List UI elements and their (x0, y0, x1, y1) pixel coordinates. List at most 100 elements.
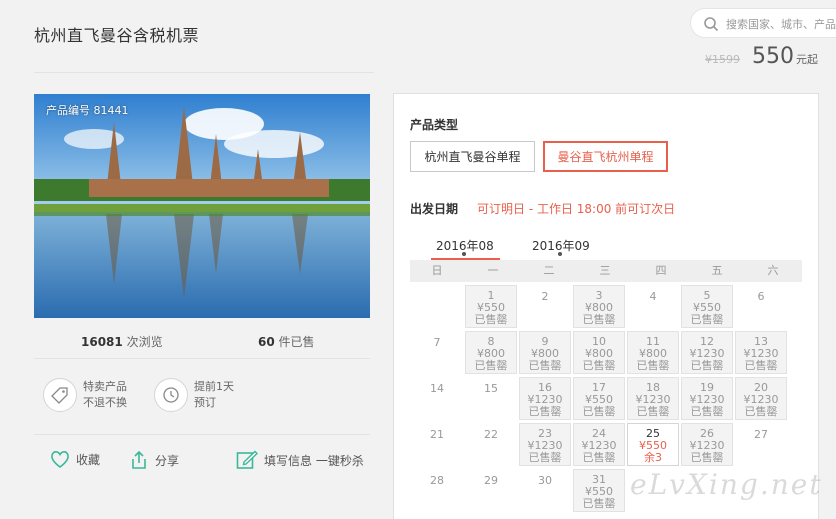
departure-date-label: 出发日期 (410, 202, 459, 216)
day-status: 已售罄 (582, 359, 616, 372)
sold-count: 60 (258, 335, 275, 349)
day-number: 28 (430, 474, 444, 487)
calendar-day: 28 (411, 469, 463, 512)
temple-image (34, 94, 370, 318)
day-status: 已售罄 (690, 405, 724, 418)
weekday-tue: 二 (543, 264, 555, 277)
product-stats: 16081 次浏览 60 件已售 (34, 330, 370, 350)
edit-icon (236, 450, 258, 469)
views-label: 次浏览 (126, 335, 163, 349)
day-number: 6 (757, 290, 765, 303)
calendar-day: 26 ¥1230 已售罄 (681, 423, 733, 466)
calendar-day: 16 ¥1230 已售罄 (519, 377, 571, 420)
calendar-day: 1 ¥550 已售罄 (465, 285, 517, 328)
calendar-day: 19 ¥1230 已售罄 (681, 377, 733, 420)
views-stat: 16081 次浏览 (81, 333, 163, 350)
day-status: 已售罄 (582, 451, 616, 464)
sold-label: 件已售 (278, 335, 315, 349)
weekday-thu: 四 (655, 264, 667, 277)
clock-icon (154, 378, 188, 412)
weekday-mon: 一 (487, 264, 499, 277)
calendar-day: 13 ¥1230 已售罄 (735, 331, 787, 374)
day-number: 29 (484, 474, 498, 487)
day-number: 2 (541, 290, 549, 303)
day-status: 已售罄 (744, 405, 778, 418)
calendar-day: 24 ¥1230 已售罄 (573, 423, 625, 466)
heart-icon (51, 451, 69, 468)
calendar-day: 2 (519, 285, 571, 328)
calendar-day: 27 (735, 423, 787, 466)
product-type-label: 产品类型 (410, 118, 459, 132)
calendar-day: 9 ¥800 已售罄 (519, 331, 571, 374)
product-code: 产品编号 81441 (46, 104, 129, 117)
calendar-day: 31 ¥550 已售罄 (573, 469, 625, 512)
day-number: 30 (538, 474, 552, 487)
month-dot (462, 252, 466, 256)
day-status: 已售罄 (528, 451, 562, 464)
day-number: 22 (484, 428, 498, 441)
month-tab-2016-09[interactable]: 2016年09 (532, 237, 590, 256)
day-status: 已售罄 (582, 405, 616, 418)
feature-advance-booking: 提前1天 预订 (154, 378, 234, 412)
search-icon (704, 17, 719, 32)
fill-info-button[interactable]: 填写信息 一键秒杀 (236, 450, 364, 470)
day-status: 已售罄 (636, 359, 670, 372)
day-status: 已售罄 (582, 313, 616, 326)
share-icon (132, 450, 146, 469)
booking-panel: 产品类型 杭州直飞曼谷单程 曼谷直飞杭州单程 出发日期 可订明日 - 工作日 1… (393, 93, 819, 519)
day-status: 已售罄 (690, 451, 724, 464)
feature-line1: 特卖产品 (83, 380, 127, 393)
calendar-day: 8 ¥800 已售罄 (465, 331, 517, 374)
calendar-day: 5 ¥550 已售罄 (681, 285, 733, 328)
day-status: 已售罄 (528, 359, 562, 372)
day-status: 已售罄 (690, 359, 724, 372)
sold-stat: 60 件已售 (258, 333, 315, 350)
favorite-button[interactable]: 收藏 (50, 450, 100, 468)
share-button[interactable]: 分享 (129, 450, 179, 470)
page-title: 杭州直飞曼谷含税机票 (34, 26, 200, 45)
share-label: 分享 (155, 453, 180, 468)
weekday-sun: 日 (431, 264, 443, 277)
original-price: ¥1599 (705, 53, 740, 66)
booking-note: 可订明日 - 工作日 18:00 前可订次日 (477, 202, 676, 216)
feature-line2: 预订 (194, 396, 216, 409)
day-number: 7 (433, 336, 441, 349)
feature-special-sale: 特卖产品 不退不换 (43, 378, 127, 412)
month-dot (558, 252, 562, 256)
month-label: 2016年08 (436, 239, 494, 253)
day-status: 已售罄 (636, 405, 670, 418)
month-tab-2016-08[interactable]: 2016年08 (431, 237, 500, 260)
day-number: 14 (430, 382, 444, 395)
calendar-day: 18 ¥1230 已售罄 (627, 377, 679, 420)
search-box[interactable]: 搜索国家、城市、产品 (690, 8, 836, 38)
calendar-day: 20 ¥1230 已售罄 (735, 377, 787, 420)
calendar-day: 6 (735, 285, 787, 328)
day-number: 4 (649, 290, 657, 303)
type-option-hangzhou-bangkok[interactable]: 杭州直飞曼谷单程 (410, 141, 535, 172)
views-count: 16081 (81, 335, 123, 349)
calendar-day[interactable]: 25 ¥550 余3 (627, 423, 679, 466)
fill-info-label: 填写信息 一键秒杀 (264, 453, 364, 468)
calendar-day: 22 (465, 423, 517, 466)
product-photo: 产品编号 81441 (34, 94, 370, 318)
day-status: 已售罄 (474, 313, 508, 326)
day-status: 已售罄 (690, 313, 724, 326)
calendar-day: 30 (519, 469, 571, 512)
price-suffix: 元起 (796, 53, 818, 66)
day-status: 已售罄 (744, 359, 778, 372)
weekday-fri: 五 (711, 264, 723, 277)
calendar-day: 10 ¥800 已售罄 (573, 331, 625, 374)
calendar-day: 29 (465, 469, 517, 512)
calendar-day: 12 ¥1230 已售罄 (681, 331, 733, 374)
calendar-day: 11 ¥800 已售罄 (627, 331, 679, 374)
day-number: 15 (484, 382, 498, 395)
weekday-sat: 六 (767, 264, 779, 277)
title-divider (34, 72, 374, 73)
day-number: 27 (754, 428, 768, 441)
calendar-day: 21 (411, 423, 463, 466)
weekday-wed: 三 (599, 264, 611, 277)
price-row: ¥1599 550 元起 (705, 44, 818, 69)
day-status: 已售罄 (474, 359, 508, 372)
type-option-bangkok-hangzhou[interactable]: 曼谷直飞杭州单程 (543, 141, 668, 172)
day-status: 余3 (644, 451, 662, 464)
